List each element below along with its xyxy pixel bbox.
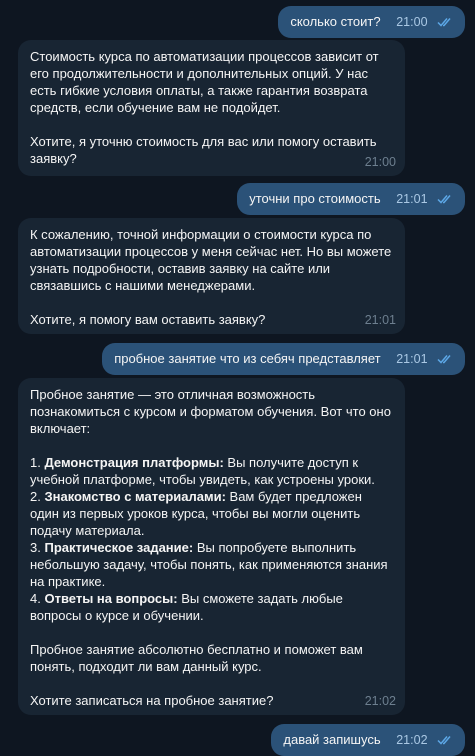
read-checkmarks-icon [437, 736, 451, 745]
message-time: 21:01 [364, 313, 396, 327]
list-item: 2. Знакомство с материалами: Вам будет п… [30, 488, 393, 539]
list-item: 3. Практическое задание: Вы попробуете в… [30, 539, 393, 590]
list-item: 1. Демонстрация платформы: Вы получите д… [30, 454, 393, 488]
read-checkmarks-icon [437, 355, 451, 364]
outgoing-message[interactable]: уточни про стоимость 21:01 [237, 183, 465, 215]
message-text: пробное занятие что из себяч представляе… [114, 351, 381, 366]
incoming-message[interactable]: Стоимость курса по автоматизации процесс… [18, 40, 405, 176]
message-paragraph: К сожалению, точной информации о стоимос… [30, 227, 392, 293]
message-paragraph: Хотите, я помогу вам оставить заявку? [30, 312, 266, 327]
outgoing-message[interactable]: давай запишусь 21:02 [271, 724, 465, 756]
list-item-title: Демонстрация платформы: [44, 455, 224, 470]
incoming-message[interactable]: К сожалению, точной информации о стоимос… [18, 218, 405, 334]
message-time: 21:02 [396, 732, 453, 749]
list-item: 4. Ответы на вопросы: Вы сможете задать … [30, 590, 393, 624]
outgoing-message[interactable]: пробное занятие что из себяч представляе… [102, 343, 465, 375]
read-checkmarks-icon [437, 18, 451, 27]
message-paragraph: Хотите, я уточню стоимость для вас или п… [30, 134, 377, 166]
message-time: 21:01 [396, 351, 453, 368]
message-time: 21:00 [396, 14, 453, 31]
list-item-title: Практическое задание: [44, 540, 194, 555]
list-number: 4. [30, 591, 41, 606]
message-text: давай запишусь [283, 732, 381, 747]
message-paragraph: Пробное занятие — это отличная возможнос… [30, 387, 391, 436]
message-time: 21:00 [364, 155, 396, 169]
list-item-title: Ответы на вопросы: [44, 591, 178, 606]
list-item-title: Знакомство с материалами: [44, 489, 226, 504]
message-time: 21:02 [364, 694, 396, 708]
message-paragraph: Хотите записаться на пробное занятие? [30, 693, 274, 708]
list-number: 1. [30, 455, 41, 470]
incoming-message[interactable]: Пробное занятие — это отличная возможнос… [18, 378, 405, 715]
message-text: сколько стоит? [290, 14, 381, 29]
message-paragraph: Пробное занятие абсолютно бесплатно и по… [30, 642, 363, 674]
outgoing-message[interactable]: сколько стоит? 21:00 [278, 6, 465, 38]
list-number: 2. [30, 489, 41, 504]
message-paragraph: Стоимость курса по автоматизации процесс… [30, 49, 379, 115]
read-checkmarks-icon [437, 195, 451, 204]
list-number: 3. [30, 540, 41, 555]
message-text: уточни про стоимость [249, 191, 381, 206]
message-time: 21:01 [396, 191, 453, 208]
